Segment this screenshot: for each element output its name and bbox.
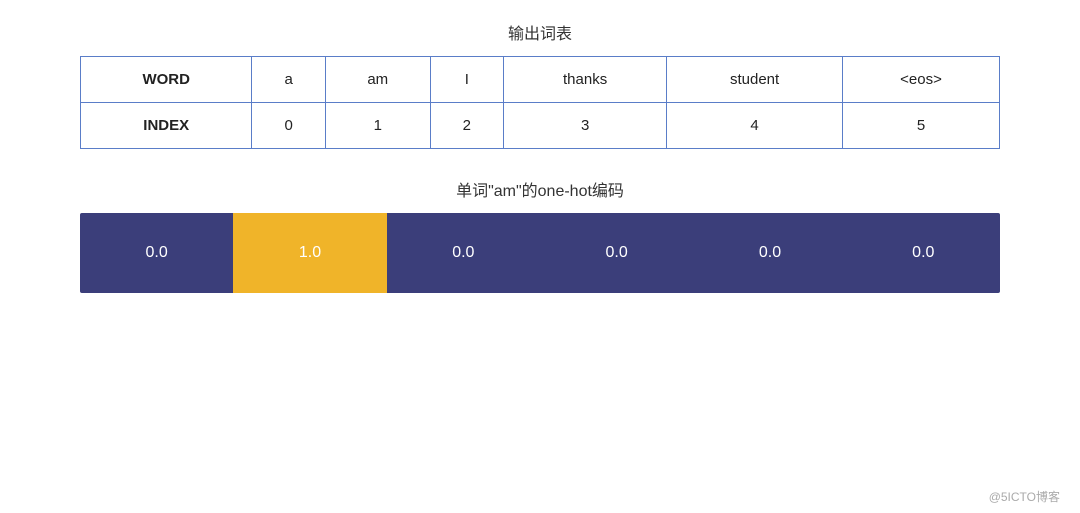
word-table: WORD a am I thanks student <eos> INDEX 0… xyxy=(80,56,1000,149)
word-cell-5: <eos> xyxy=(842,57,999,103)
onehot-cell-1: 1.0 xyxy=(233,213,386,293)
word-table-section: 输出词表 WORD a am I thanks student <eos> IN… xyxy=(80,20,1000,149)
word-cell-4: student xyxy=(667,57,843,103)
word-cell-1: am xyxy=(325,57,430,103)
index-cell-5: 5 xyxy=(842,103,999,149)
onehot-cell-3: 0.0 xyxy=(540,213,693,293)
onehot-cell-0: 0.0 xyxy=(80,213,233,293)
watermark: @5ICTO博客 xyxy=(989,488,1060,505)
onehot-section: 单词"am"的one-hot编码 0.0 1.0 0.0 0.0 0.0 0.0 xyxy=(80,177,1000,293)
word-cell-2: I xyxy=(430,57,503,103)
word-row-label: WORD xyxy=(81,57,252,103)
table-row-word: WORD a am I thanks student <eos> xyxy=(81,57,1000,103)
word-cell-0: a xyxy=(252,57,325,103)
onehot-bar: 0.0 1.0 0.0 0.0 0.0 0.0 xyxy=(80,213,1000,293)
onehot-cell-2: 0.0 xyxy=(387,213,540,293)
index-cell-0: 0 xyxy=(252,103,325,149)
index-cell-2: 2 xyxy=(430,103,503,149)
table-title: 输出词表 xyxy=(80,20,1000,44)
onehot-title: 单词"am"的one-hot编码 xyxy=(80,177,1000,201)
word-cell-3: thanks xyxy=(504,57,667,103)
onehot-cell-5: 0.0 xyxy=(847,213,1000,293)
table-row-index: INDEX 0 1 2 3 4 5 xyxy=(81,103,1000,149)
index-cell-4: 4 xyxy=(667,103,843,149)
index-cell-3: 3 xyxy=(504,103,667,149)
index-cell-1: 1 xyxy=(325,103,430,149)
index-row-label: INDEX xyxy=(81,103,252,149)
onehot-cell-4: 0.0 xyxy=(693,213,846,293)
